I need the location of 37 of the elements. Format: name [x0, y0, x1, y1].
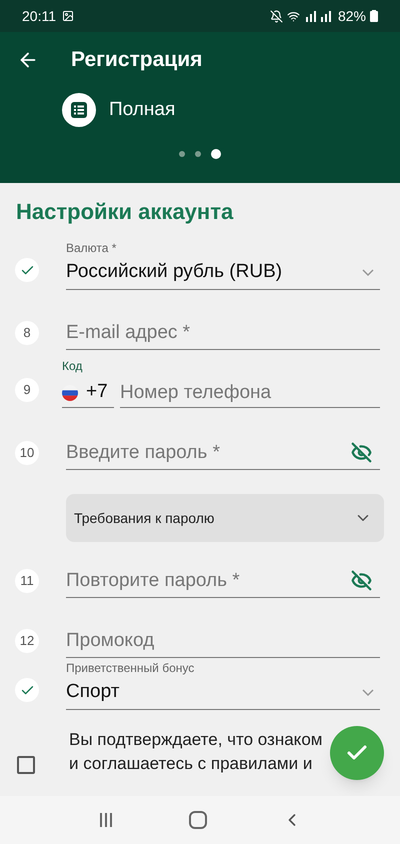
step-number: 12 [15, 629, 39, 653]
battery-percent: 82% [338, 6, 366, 26]
submit-fab[interactable] [330, 726, 384, 780]
field-label: Валюта * [66, 240, 118, 256]
consent-checkbox[interactable] [17, 756, 35, 774]
list-icon [62, 93, 96, 127]
recent-apps-icon[interactable] [98, 812, 114, 828]
home-icon[interactable] [188, 811, 207, 829]
code-label: Код [62, 358, 84, 374]
image-icon [62, 10, 74, 22]
password-requirements-accordion[interactable]: Требования к паролю [66, 494, 384, 542]
country-code-select[interactable]: +7 [62, 378, 114, 408]
chevron-down-icon [362, 269, 374, 276]
chevron-down-icon [362, 689, 374, 696]
section-title: Настройки аккаунта [16, 198, 234, 226]
page-title: Регистрация [71, 47, 202, 74]
select-field[interactable]: Российский рубль (RUB) [66, 256, 380, 290]
signal-icon [304, 10, 334, 22]
step-number: 11 [15, 569, 39, 593]
field-label: Приветственный бонус [66, 660, 196, 676]
eye-off-icon[interactable] [351, 570, 372, 591]
registration-type: Полная [109, 98, 176, 122]
wifi-icon [286, 10, 300, 22]
consent-text: Вы подтверждаете, что ознаком и соглашаетесь с правилами и [69, 729, 322, 775]
phone-field[interactable]: Номер телефона [120, 378, 380, 408]
input-field[interactable]: Промокод [66, 624, 380, 658]
status-time: 20:11 [22, 6, 56, 26]
select-field[interactable]: Спорт [66, 676, 380, 710]
mute-icon [270, 10, 283, 22]
input-field[interactable]: E-mail адрес * [66, 316, 380, 350]
password-field[interactable]: Введите пароль * [66, 436, 380, 470]
eye-off-icon[interactable] [351, 442, 372, 463]
battery-icon [370, 10, 378, 22]
password-field[interactable]: Повторите пароль * [66, 564, 380, 598]
step-number: 8 [15, 321, 39, 345]
step-number: 10 [15, 441, 39, 465]
step-number: 9 [15, 378, 39, 402]
